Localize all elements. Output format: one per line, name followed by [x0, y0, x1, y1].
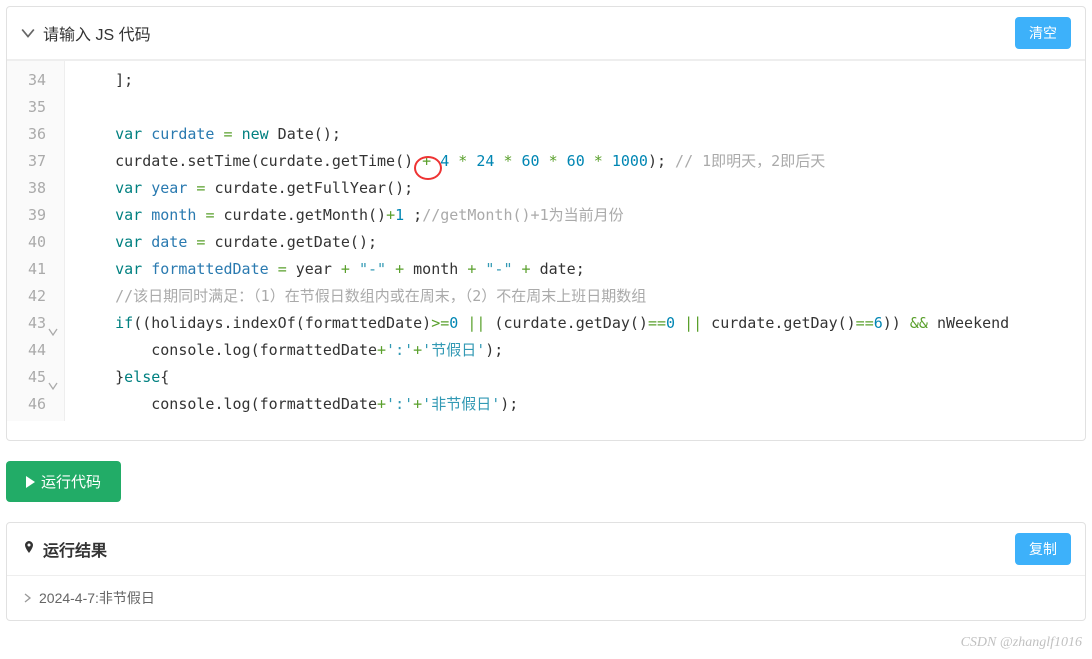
line-number: 42 — [7, 283, 58, 310]
result-output: 2024-4-7:非节假日 — [39, 588, 155, 608]
results-title: 运行结果 — [43, 537, 107, 561]
code-line[interactable]: var formattedDate = year + "-" + month +… — [79, 256, 1085, 283]
results-title-wrap: 运行结果 — [21, 537, 107, 561]
code-line[interactable]: var month = curdate.getMonth()+1 ;//getM… — [79, 202, 1085, 229]
code-line[interactable]: }else{ — [79, 364, 1085, 391]
code-area[interactable]: ]; var curdate = new Date(); curdate.set… — [65, 61, 1085, 421]
code-line[interactable]: var date = curdate.getDate(); — [79, 229, 1085, 256]
code-line[interactable]: //该日期同时满足：（1）在节假日数组内或在周末，（2）不在周末上班日期数组 — [79, 283, 1085, 310]
code-line[interactable]: var curdate = new Date(); — [79, 121, 1085, 148]
result-row[interactable]: 2024-4-7:非节假日 — [7, 575, 1085, 620]
line-number: 41 — [7, 256, 58, 283]
fold-icon[interactable] — [48, 319, 58, 329]
line-number: 36 — [7, 121, 58, 148]
editor-scroll[interactable]: 3435363738394041424344454647 ]; var curd… — [7, 61, 1085, 421]
code-line[interactable]: ]; — [79, 67, 1085, 94]
play-icon — [26, 476, 35, 488]
copy-button[interactable]: 复制 — [1015, 533, 1071, 565]
fold-icon[interactable] — [48, 373, 58, 383]
line-number: 38 — [7, 175, 58, 202]
code-panel-header: 请输入 JS 代码 清空 — [7, 7, 1085, 60]
line-number: 46 — [7, 391, 58, 418]
code-input-panel: 请输入 JS 代码 清空 343536373839404142434445464… — [6, 6, 1086, 441]
chevron-down-icon — [21, 26, 35, 40]
results-panel: 运行结果 复制 2024-4-7:非节假日 — [6, 522, 1086, 621]
line-gutter: 3435363738394041424344454647 — [7, 61, 65, 421]
code-line[interactable]: console.log(formattedDate+':'+'节假日'); — [79, 337, 1085, 364]
code-line[interactable]: var year = curdate.getFullYear(); — [79, 175, 1085, 202]
pin-icon — [21, 541, 37, 557]
code-line[interactable] — [79, 94, 1085, 121]
panel-title: 请输入 JS 代码 — [43, 21, 151, 45]
panel-toggle[interactable]: 请输入 JS 代码 — [21, 21, 151, 45]
line-number: 35 — [7, 94, 58, 121]
clear-button[interactable]: 清空 — [1015, 17, 1071, 49]
code-editor[interactable]: 3435363738394041424344454647 ]; var curd… — [7, 60, 1085, 440]
line-number: 39 — [7, 202, 58, 229]
watermark: CSDN @zhanglf1016 — [961, 635, 1082, 651]
line-number: 40 — [7, 229, 58, 256]
chevron-right-icon — [23, 593, 33, 603]
run-button[interactable]: 运行代码 — [6, 461, 121, 502]
code-line[interactable]: curdate.setTime(curdate.getTime() + 4 * … — [79, 148, 1085, 175]
code-line[interactable]: if((holidays.indexOf(formattedDate)>=0 |… — [79, 310, 1085, 337]
code-line[interactable]: console.log(formattedDate+':'+'非节假日'); — [79, 391, 1085, 418]
line-number: 43 — [7, 310, 58, 337]
code-line[interactable] — [79, 418, 1085, 421]
line-number: 45 — [7, 364, 58, 391]
line-number: 47 — [7, 418, 58, 421]
line-number: 37 — [7, 148, 58, 175]
line-number: 44 — [7, 337, 58, 364]
line-number: 34 — [7, 67, 58, 94]
results-header: 运行结果 复制 — [7, 523, 1085, 575]
run-label: 运行代码 — [41, 471, 101, 492]
